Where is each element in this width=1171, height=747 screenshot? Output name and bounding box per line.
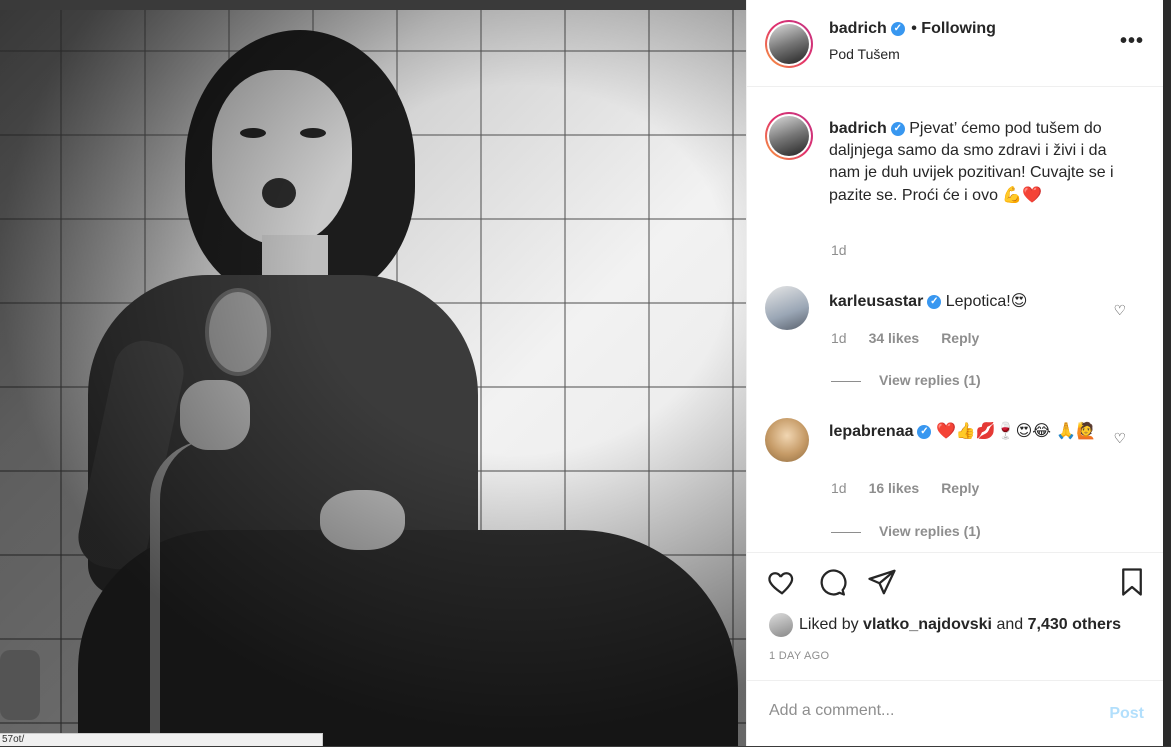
liked-by-avatar[interactable] bbox=[769, 613, 793, 637]
comment-likes[interactable]: 16 likes bbox=[869, 480, 920, 496]
comment-bubble-icon[interactable] bbox=[817, 567, 847, 597]
comment: lepabrenaa ✓ ❤️👍💋🍷😍😂 🙏🙋 bbox=[829, 420, 1119, 443]
comment-meta: 1d 16 likes Reply bbox=[831, 480, 979, 496]
comment-avatar[interactable] bbox=[765, 286, 809, 330]
comment-meta: 1d 34 likes Reply bbox=[831, 330, 979, 346]
replies-divider bbox=[831, 531, 861, 533]
verified-icon: ✓ bbox=[927, 294, 942, 309]
liked-by-prefix: Liked by bbox=[799, 616, 859, 634]
caption-emojis: 💪❤️ bbox=[1002, 185, 1043, 204]
comment-emojis: 😍 bbox=[1010, 291, 1028, 310]
liked-by-user[interactable]: vlatko_najdovski bbox=[863, 616, 992, 633]
comment-username[interactable]: karleusastar bbox=[829, 293, 923, 310]
author-line: badrich ✓ • Following bbox=[829, 20, 996, 38]
comment-time[interactable]: 1d bbox=[831, 480, 847, 496]
comment-likes[interactable]: 34 likes bbox=[869, 330, 920, 346]
comment-reply-button[interactable]: Reply bbox=[941, 480, 979, 496]
liked-by: Liked by vlatko_najdovski and 7,430 othe… bbox=[769, 613, 1121, 637]
caption-time[interactable]: 1d bbox=[831, 242, 847, 258]
follow-status[interactable]: • Following bbox=[911, 20, 996, 37]
share-paper-plane-icon[interactable] bbox=[867, 567, 897, 597]
verified-icon: ✓ bbox=[917, 424, 932, 439]
comment-avatar[interactable] bbox=[765, 418, 809, 462]
author-username[interactable]: badrich bbox=[829, 20, 887, 37]
post-time[interactable]: 1 DAY AGO bbox=[769, 650, 829, 662]
comment: karleusastar ✓ Lepotica!😍 bbox=[829, 290, 1119, 313]
caption-avatar[interactable] bbox=[765, 112, 813, 160]
post-photo[interactable] bbox=[0, 10, 746, 746]
post-header: badrich ✓ • Following Pod Tušem ••• bbox=[747, 0, 1164, 87]
comment-emojis: ❤️👍💋🍷😍😂 🙏🙋 bbox=[935, 421, 1096, 440]
vignette bbox=[0, 10, 746, 746]
post-location[interactable]: Pod Tušem bbox=[829, 46, 900, 62]
author-avatar[interactable] bbox=[765, 20, 813, 68]
liked-by-others[interactable]: 7,430 others bbox=[1028, 616, 1121, 633]
background-edge bbox=[1163, 0, 1171, 746]
verified-icon: ✓ bbox=[890, 121, 905, 136]
comment-input[interactable] bbox=[767, 701, 1071, 721]
post-comment-button[interactable]: Post bbox=[1109, 705, 1144, 723]
caption: badrich ✓ Pjevat’ ćemo pod tušem do daljn… bbox=[829, 118, 1139, 207]
liked-by-joiner: and bbox=[996, 616, 1024, 634]
view-replies-label: View replies (1) bbox=[879, 372, 981, 388]
comment-like-icon[interactable]: ♡ bbox=[1113, 302, 1126, 319]
post-side-panel: badrich ✓ • Following Pod Tušem ••• badri… bbox=[746, 0, 1164, 746]
comment-text: Lepotica! bbox=[945, 293, 1011, 310]
comment-time[interactable]: 1d bbox=[831, 330, 847, 346]
comment-reply-button[interactable]: Reply bbox=[941, 330, 979, 346]
save-bookmark-icon[interactable] bbox=[1117, 567, 1147, 597]
more-options-icon[interactable]: ••• bbox=[1120, 30, 1144, 53]
caption-username[interactable]: badrich bbox=[829, 120, 887, 137]
view-replies[interactable]: View replies (1) bbox=[831, 523, 981, 539]
like-heart-icon[interactable] bbox=[767, 567, 797, 597]
post-actions: Liked by vlatko_najdovski and 7,430 othe… bbox=[747, 552, 1164, 673]
replies-divider bbox=[831, 380, 861, 382]
view-replies-label: View replies (1) bbox=[879, 523, 981, 539]
view-replies[interactable]: View replies (1) bbox=[831, 372, 981, 388]
add-comment-bar: Post bbox=[747, 680, 1164, 747]
status-url-tooltip: 57ot/ bbox=[0, 733, 323, 746]
comment-username[interactable]: lepabrenaa bbox=[829, 423, 913, 440]
comment-like-icon[interactable]: ♡ bbox=[1113, 430, 1126, 447]
verified-icon: ✓ bbox=[890, 21, 905, 36]
